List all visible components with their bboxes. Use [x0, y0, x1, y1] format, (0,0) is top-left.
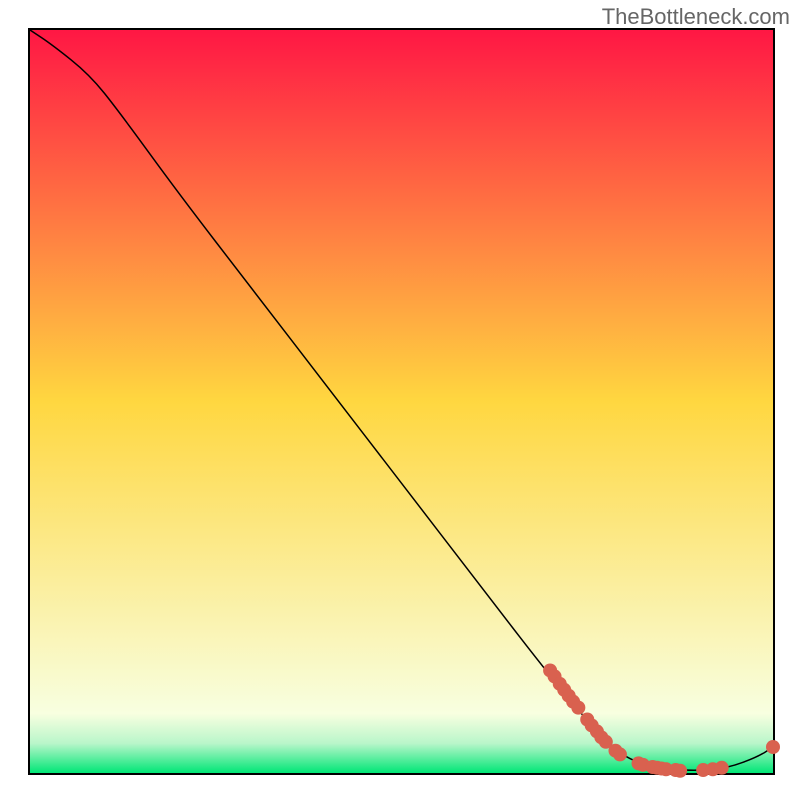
- data-point: [715, 761, 729, 775]
- chart-svg: [0, 0, 800, 800]
- attribution-label: TheBottleneck.com: [602, 4, 790, 30]
- data-point: [571, 701, 585, 715]
- data-point: [766, 740, 780, 754]
- chart-container: TheBottleneck.com: [0, 0, 800, 800]
- data-point: [613, 747, 627, 761]
- data-point: [673, 764, 687, 778]
